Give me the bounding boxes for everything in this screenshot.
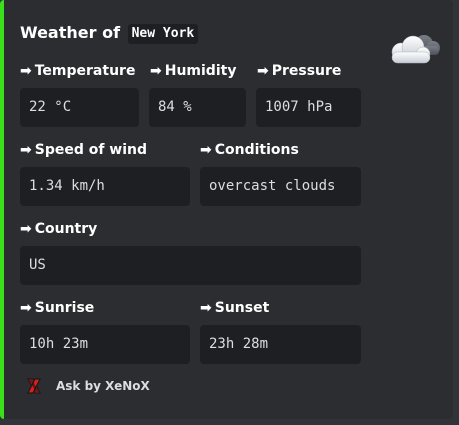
arrow-right-icon: ➡ xyxy=(20,142,32,158)
field-name-conditions: ➡ Conditions xyxy=(200,141,299,159)
field-label: Speed of wind xyxy=(34,142,148,158)
weather-embed: Weather of New York ➡ Temperature ➡ Humi… xyxy=(0,0,453,419)
field-name-humidity: ➡ Humidity xyxy=(150,62,236,80)
field-value-sunset: 23h 28m xyxy=(200,325,361,364)
field-label: Pressure xyxy=(271,63,342,79)
field-value-humidity: 84 % xyxy=(149,88,246,127)
field-value-pressure: 1007 hPa xyxy=(256,88,361,127)
field-value-sunrise: 10h 23m xyxy=(20,325,190,364)
arrow-right-icon: ➡ xyxy=(20,300,32,316)
field-name-country: ➡ Country xyxy=(20,220,97,238)
title-prefix: Weather of xyxy=(20,23,121,42)
field-label: Country xyxy=(34,221,98,237)
x-icon xyxy=(27,378,41,394)
embed-footer: Ask by XeNoX xyxy=(24,376,150,396)
field-label: Humidity xyxy=(164,63,237,79)
field-value-conditions: overcast clouds xyxy=(200,167,361,206)
arrow-right-icon: ➡ xyxy=(200,142,212,158)
footer-text: Ask by XeNoX xyxy=(56,379,150,393)
field-name-temperature: ➡ Temperature xyxy=(20,62,135,80)
field-name-sunset: ➡ Sunset xyxy=(200,299,269,317)
arrow-right-icon: ➡ xyxy=(20,221,32,237)
field-label: Conditions xyxy=(214,142,299,158)
field-value-country: US xyxy=(20,246,361,285)
field-label: Sunset xyxy=(214,300,270,316)
field-label: Temperature xyxy=(34,63,136,79)
city-name: New York xyxy=(127,24,199,44)
arrow-right-icon: ➡ xyxy=(257,63,269,79)
field-name-pressure: ➡ Pressure xyxy=(257,62,341,80)
arrow-right-icon: ➡ xyxy=(150,63,162,79)
field-value-temperature: 22 °C xyxy=(20,88,139,127)
embed-title: Weather of New York xyxy=(20,23,199,44)
cloud-sun-icon xyxy=(391,35,440,64)
field-name-wind: ➡ Speed of wind xyxy=(20,141,147,159)
field-label: Sunrise xyxy=(34,300,95,316)
field-value-wind: 1.34 km/h xyxy=(20,167,190,206)
arrow-right-icon: ➡ xyxy=(200,300,212,316)
field-name-sunrise: ➡ Sunrise xyxy=(20,299,94,317)
arrow-right-icon: ➡ xyxy=(20,63,32,79)
